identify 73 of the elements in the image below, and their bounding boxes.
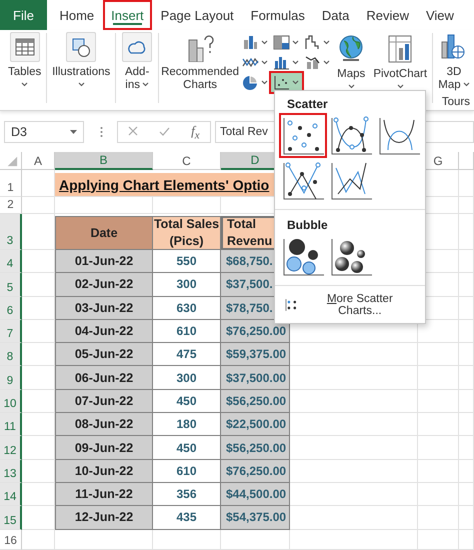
table-cell: 10-Jun-22 xyxy=(55,460,153,483)
row-header[interactable]: 5 xyxy=(0,273,22,297)
ribbon-button[interactable]: 3D Map xyxy=(438,30,470,92)
row-header[interactable]: 15 xyxy=(0,506,22,530)
table-cell: 300 xyxy=(153,366,221,390)
table-cell: 450 xyxy=(153,436,221,460)
table-cell: 180 xyxy=(153,413,221,436)
ribbon-button[interactable]: Add-ins xyxy=(121,30,154,92)
ribbon-tab[interactable]: View xyxy=(417,0,462,30)
row-header[interactable]: 7 xyxy=(0,320,22,344)
table-cell: 356 xyxy=(153,482,221,506)
table-cell: 08-Jun-22 xyxy=(55,413,153,436)
row-header[interactable]: 14 xyxy=(0,482,22,506)
table-cell: 11-Jun-22 xyxy=(55,482,153,506)
table-cell: 300 xyxy=(153,273,221,297)
table-cell: 05-Jun-22 xyxy=(55,343,153,366)
column-header[interactable]: B xyxy=(55,152,153,170)
table-cell: $56,250.00 xyxy=(221,436,290,460)
name-box[interactable]: D3 xyxy=(4,121,84,143)
table-cell: $56,250.00 xyxy=(221,390,290,414)
ribbon-tab[interactable]: Data xyxy=(313,0,358,30)
table-cell: 07-Jun-22 xyxy=(55,390,153,414)
table-cell: $76,250.00 xyxy=(221,460,290,483)
table-cell: 435 xyxy=(153,506,221,530)
table-cell: 03-Jun-22 xyxy=(55,296,153,320)
table-cell: $37,500.00 xyxy=(221,366,290,390)
ribbon-tab[interactable]: Page Layout xyxy=(152,0,242,30)
ribbon-tab[interactable]: Home xyxy=(50,0,103,30)
column-heading: Date xyxy=(55,216,153,250)
ribbon-button[interactable]: Tables xyxy=(8,30,42,87)
table-cell: 04-Jun-22 xyxy=(55,320,153,344)
ribbon-tab[interactable]: File xyxy=(0,0,47,30)
table-cell: 610 xyxy=(153,320,221,344)
table-cell: 610 xyxy=(153,460,221,483)
row-header[interactable]: 10 xyxy=(0,390,22,414)
section-heading: Scatter xyxy=(286,96,329,113)
ribbon-tab[interactable]: Insert xyxy=(102,0,152,30)
column-heading: Total Sales (Pics) xyxy=(153,216,221,250)
insert-function-button[interactable]: f$_{x}$ xyxy=(191,122,200,142)
table-cell: 01-Jun-22 xyxy=(55,250,153,274)
row-header[interactable]: 9 xyxy=(0,366,22,390)
row-header[interactable]: 11 xyxy=(0,413,22,436)
row-header[interactable]: 13 xyxy=(0,460,22,483)
table-cell: 12-Jun-22 xyxy=(55,506,153,530)
table-cell: 06-Jun-22 xyxy=(55,366,153,390)
table-cell: $22,500.00 xyxy=(221,413,290,436)
row-header[interactable]: 16 xyxy=(0,530,22,550)
table-cell: $59,375.00 xyxy=(221,343,290,366)
ribbon-tab[interactable]: Formulas xyxy=(242,0,314,30)
row-header[interactable]: 3 xyxy=(0,214,22,250)
table-cell: $76,250.00 xyxy=(221,320,290,344)
row-header[interactable]: 12 xyxy=(0,436,22,460)
ribbon-button[interactable]: Recommended Charts xyxy=(164,30,236,92)
name-box-text: D3 xyxy=(11,125,27,139)
row-header[interactable]: 8 xyxy=(0,343,22,366)
row-header[interactable]: 4 xyxy=(0,250,22,274)
table-cell: $44,500.00 xyxy=(221,482,290,506)
table-cell: 02-Jun-22 xyxy=(55,273,153,297)
table-cell: 475 xyxy=(153,343,221,366)
ribbon-button[interactable]: PivotChart xyxy=(373,32,428,89)
row-header[interactable]: 1 xyxy=(0,170,22,197)
table-cell: 550 xyxy=(153,250,221,274)
column-header[interactable]: C xyxy=(153,152,221,170)
group-label: Tours xyxy=(442,96,470,108)
ribbon-button[interactable]: Maps xyxy=(337,32,366,89)
table-cell: 630 xyxy=(153,296,221,320)
row-header[interactable]: 6 xyxy=(0,296,22,320)
table-cell: $54,375.00 xyxy=(221,506,290,530)
ribbon-tab[interactable]: Review xyxy=(358,0,418,30)
column-header[interactable]: A xyxy=(22,152,55,170)
ribbon-button[interactable]: Illustrations xyxy=(52,30,110,87)
table-cell: 450 xyxy=(153,390,221,414)
table-cell: 09-Jun-22 xyxy=(55,436,153,460)
